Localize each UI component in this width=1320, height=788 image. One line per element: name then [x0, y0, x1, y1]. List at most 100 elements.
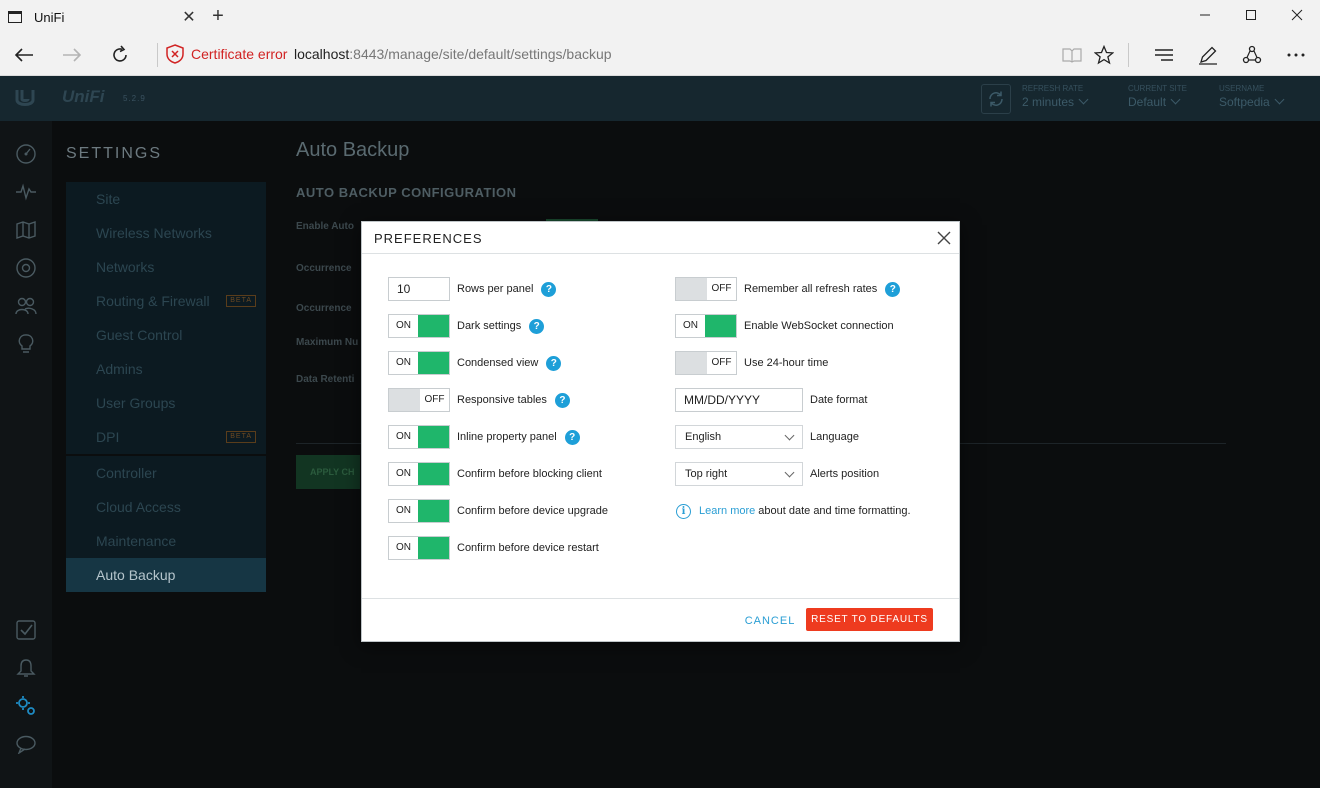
refresh-rate-selector[interactable]: REFRESH RATE 2 minutes	[1022, 84, 1089, 109]
toggle-state: ON	[389, 537, 418, 559]
toggle-knob	[705, 315, 736, 337]
nav-item-label: User Groups	[96, 395, 176, 411]
settings-title: SETTINGS	[66, 145, 163, 162]
inline-property-panel-label: Inline property panel	[457, 431, 557, 443]
more-options-icon[interactable]	[1276, 34, 1316, 76]
map-icon[interactable]	[14, 218, 38, 242]
help-icon[interactable]: ?	[529, 318, 545, 334]
nav-item-site[interactable]: Site	[66, 182, 266, 216]
apply-changes-button[interactable]: APPLY CH	[296, 455, 360, 489]
web-note-icon[interactable]	[1188, 34, 1228, 76]
nav-item-auto-backup[interactable]: Auto Backup	[66, 558, 266, 592]
toggle-state: OFF	[420, 389, 449, 411]
icon-rail	[0, 121, 52, 788]
alerts-position-row: Top right Alerts position	[675, 462, 879, 486]
nav-item-routing-firewall[interactable]: Routing & Firewall BETA	[66, 284, 266, 318]
help-icon[interactable]: ?	[885, 281, 901, 297]
remember-refresh-row: OFF Remember all refresh rates ?	[675, 277, 901, 301]
clients-icon[interactable]	[14, 294, 38, 318]
browser-titlebar: UniFi ✕ +	[0, 0, 1320, 34]
certificate-error-indicator[interactable]: Certificate error	[166, 44, 287, 64]
new-tab-icon[interactable]: +	[206, 4, 230, 28]
use-24-hour-toggle[interactable]: OFF	[675, 351, 737, 375]
confirm-blocking-row: ON Confirm before blocking client	[388, 462, 602, 486]
nav-item-label: Admins	[96, 361, 143, 377]
favorite-star-icon[interactable]	[1084, 34, 1124, 76]
language-select[interactable]: English	[675, 425, 803, 449]
tab-title: UniFi	[34, 9, 65, 25]
learn-more-link[interactable]: Learn more	[699, 505, 755, 517]
refresh-page-icon[interactable]	[96, 34, 144, 76]
help-icon[interactable]: ?	[546, 355, 562, 371]
reset-to-defaults-button[interactable]: RESET TO DEFAULTS	[806, 608, 933, 631]
help-icon[interactable]: ?	[541, 281, 557, 297]
dark-settings-row: ON Dark settings ?	[388, 314, 545, 338]
field-label: Enable Auto	[296, 221, 354, 232]
tab-page-icon	[8, 11, 22, 23]
nav-item-maintenance[interactable]: Maintenance	[66, 524, 266, 558]
browser-tab[interactable]: UniFi ✕	[0, 0, 200, 34]
inline-property-panel-toggle[interactable]: ON	[388, 425, 450, 449]
certificate-error-text: Certificate error	[191, 46, 288, 62]
confirm-restart-toggle[interactable]: ON	[388, 536, 450, 560]
alerts-bell-icon[interactable]	[14, 656, 38, 680]
rows-per-panel-input[interactable]: 10	[388, 277, 450, 301]
alerts-position-select[interactable]: Top right	[675, 462, 803, 486]
nav-item-label: Networks	[96, 259, 155, 275]
chat-support-icon[interactable]	[14, 732, 38, 756]
forward-arrow-icon[interactable]	[48, 34, 96, 76]
nav-item-user-groups[interactable]: User Groups	[66, 386, 266, 420]
nav-item-label: Maintenance	[96, 533, 177, 549]
nav-group-site: Site Wireless Networks Networks Routing …	[66, 182, 266, 454]
nav-item-wireless-networks[interactable]: Wireless Networks	[66, 216, 266, 250]
username-value: Softpedia	[1219, 95, 1270, 109]
confirm-restart-label: Confirm before device restart	[457, 542, 599, 554]
language-label: Language	[810, 431, 859, 443]
username-selector[interactable]: USERNAME Softpedia	[1219, 84, 1285, 109]
statistics-icon[interactable]	[14, 180, 38, 204]
minimize-icon[interactable]	[1182, 0, 1228, 32]
nav-item-controller[interactable]: Controller	[66, 456, 266, 490]
dashboard-icon[interactable]	[14, 142, 38, 166]
condensed-view-toggle[interactable]: ON	[388, 351, 450, 375]
insights-bulb-icon[interactable]	[14, 332, 38, 356]
close-icon[interactable]	[934, 228, 954, 248]
toggle-state: ON	[389, 426, 418, 448]
toggle-state: ON	[389, 463, 418, 485]
window-close-icon[interactable]	[1274, 0, 1320, 32]
cancel-button[interactable]: CANCEL	[740, 610, 800, 633]
chevron-down-icon	[1078, 94, 1089, 105]
nav-item-cloud-access[interactable]: Cloud Access	[66, 490, 266, 524]
back-arrow-icon[interactable]	[0, 34, 48, 76]
responsive-tables-toggle[interactable]: OFF	[388, 388, 450, 412]
use-24-hour-label: Use 24-hour time	[744, 357, 829, 369]
confirm-blocking-toggle[interactable]: ON	[388, 462, 450, 486]
remember-refresh-toggle[interactable]: OFF	[675, 277, 737, 301]
maximize-icon[interactable]	[1228, 0, 1274, 32]
dark-settings-toggle[interactable]: ON	[388, 314, 450, 338]
tab-close-icon[interactable]: ✕	[178, 7, 200, 27]
websocket-toggle[interactable]: ON	[675, 314, 737, 338]
settings-gears-icon[interactable]	[14, 694, 38, 718]
confirm-upgrade-toggle[interactable]: ON	[388, 499, 450, 523]
nav-item-networks[interactable]: Networks	[66, 250, 266, 284]
toolbar-separator	[1128, 43, 1129, 67]
field-label: Maximum Nu	[296, 337, 359, 348]
current-site-selector[interactable]: CURRENT SITE Default	[1128, 84, 1187, 109]
share-icon[interactable]	[1232, 34, 1272, 76]
nav-item-guest-control[interactable]: Guest Control	[66, 318, 266, 352]
nav-item-dpi[interactable]: DPI BETA	[66, 420, 266, 454]
current-site-label: CURRENT SITE	[1128, 84, 1187, 93]
hub-menu-icon[interactable]	[1144, 34, 1184, 76]
date-format-row: MM/DD/YYYY Date format	[675, 388, 867, 412]
events-checkbox-icon[interactable]	[14, 618, 38, 642]
help-icon[interactable]: ?	[554, 392, 570, 408]
nav-item-admins[interactable]: Admins	[66, 352, 266, 386]
devices-icon[interactable]	[14, 256, 38, 280]
refresh-icon[interactable]	[981, 84, 1011, 114]
help-icon[interactable]: ?	[564, 429, 580, 445]
learn-more-row: i Learn more about date and time formatt…	[676, 499, 911, 523]
date-format-input[interactable]: MM/DD/YYYY	[675, 388, 803, 412]
url-field[interactable]: localhost:8443/manage/site/default/setti…	[294, 46, 612, 62]
ubiquiti-logo-icon[interactable]	[14, 88, 36, 113]
